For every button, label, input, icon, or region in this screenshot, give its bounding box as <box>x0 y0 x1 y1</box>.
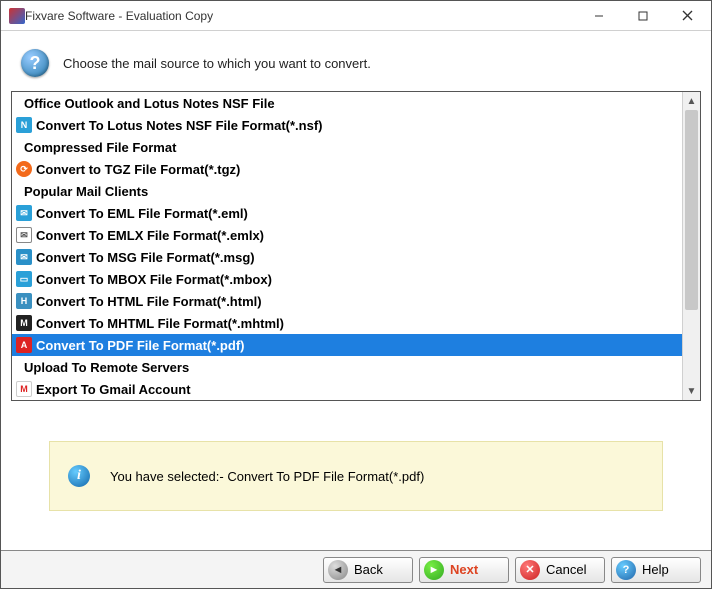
list-item[interactable]: HConvert To HTML File Format(*.html) <box>12 290 682 312</box>
list-item-label: Convert To MHTML File Format(*.mhtml) <box>34 316 284 331</box>
list-header: Upload To Remote Servers <box>12 356 682 378</box>
list-item[interactable]: ⟳Convert to TGZ File Format(*.tgz) <box>12 158 682 180</box>
next-label: Next <box>450 562 478 577</box>
cancel-label: Cancel <box>546 562 586 577</box>
window-title: Fixvare Software - Evaluation Copy <box>25 9 577 23</box>
next-button[interactable]: ► Next <box>419 557 509 583</box>
list-item-label: Compressed File Format <box>14 140 176 155</box>
list-item-label: Upload To Remote Servers <box>14 360 189 375</box>
scroll-thumb[interactable] <box>685 110 698 310</box>
list-item-label: Popular Mail Clients <box>14 184 148 199</box>
question-icon: ? <box>21 49 49 77</box>
status-text: You have selected:- Convert To PDF File … <box>110 469 424 484</box>
mhtml-icon: M <box>14 315 34 331</box>
list-item[interactable]: AConvert To PDF File Format(*.pdf) <box>12 334 682 356</box>
eml-icon: ✉ <box>14 205 34 221</box>
cancel-button[interactable]: ✕ Cancel <box>515 557 605 583</box>
list-header: Popular Mail Clients <box>12 180 682 202</box>
list-item-label: Convert To PDF File Format(*.pdf) <box>34 338 244 353</box>
help-label: Help <box>642 562 669 577</box>
nsf-icon: N <box>14 117 34 133</box>
scroll-up-icon[interactable]: ▲ <box>683 92 700 110</box>
status-box: i You have selected:- Convert To PDF Fil… <box>49 441 663 511</box>
emlx-icon: ✉ <box>14 227 34 243</box>
back-label: Back <box>354 562 383 577</box>
maximize-button[interactable] <box>621 2 665 30</box>
list-item[interactable]: ✉Convert To EMLX File Format(*.emlx) <box>12 224 682 246</box>
list-header: Compressed File Format <box>12 136 682 158</box>
next-arrow-icon: ► <box>424 560 444 580</box>
cancel-x-icon: ✕ <box>520 560 540 580</box>
list-item[interactable]: ✉Convert To EML File Format(*.eml) <box>12 202 682 224</box>
minimize-button[interactable] <box>577 2 621 30</box>
info-icon: i <box>68 465 90 487</box>
list-item[interactable]: ✉Convert To MSG File Format(*.msg) <box>12 246 682 268</box>
button-bar: ◄ Back ► Next ✕ Cancel ? Help <box>1 550 711 588</box>
close-button[interactable] <box>665 2 709 30</box>
list-item-label: Convert To MBOX File Format(*.mbox) <box>34 272 272 287</box>
list-item-label: Convert To EML File Format(*.eml) <box>34 206 248 221</box>
list-item-label: Export To Gmail Account <box>34 382 191 397</box>
list-item-label: Convert To MSG File Format(*.msg) <box>34 250 255 265</box>
list-item-label: Convert to TGZ File Format(*.tgz) <box>34 162 240 177</box>
tgz-icon: ⟳ <box>14 161 34 177</box>
list-item[interactable]: ▭Convert To MBOX File Format(*.mbox) <box>12 268 682 290</box>
back-button[interactable]: ◄ Back <box>323 557 413 583</box>
instruction-row: ? Choose the mail source to which you wa… <box>1 31 711 91</box>
gmail-icon: M <box>14 381 34 397</box>
html-icon: H <box>14 293 34 309</box>
list-item-label: Convert To EMLX File Format(*.emlx) <box>34 228 264 243</box>
list-header: Office Outlook and Lotus Notes NSF File <box>12 92 682 114</box>
list-item[interactable]: MExport To Gmail Account <box>12 378 682 400</box>
list-item[interactable]: MConvert To MHTML File Format(*.mhtml) <box>12 312 682 334</box>
list-item-label: Convert To HTML File Format(*.html) <box>34 294 262 309</box>
msg-icon: ✉ <box>14 249 34 265</box>
list-item[interactable]: NConvert To Lotus Notes NSF File Format(… <box>12 114 682 136</box>
mbox-icon: ▭ <box>14 271 34 287</box>
scrollbar[interactable]: ▲ ▼ <box>682 92 700 400</box>
help-q-icon: ? <box>616 560 636 580</box>
pdf-icon: A <box>14 337 34 353</box>
list-item-label: Office Outlook and Lotus Notes NSF File <box>14 96 275 111</box>
back-arrow-icon: ◄ <box>328 560 348 580</box>
list-item-label: Convert To Lotus Notes NSF File Format(*… <box>34 118 323 133</box>
scroll-down-icon[interactable]: ▼ <box>683 382 700 400</box>
titlebar[interactable]: Fixvare Software - Evaluation Copy <box>1 1 711 31</box>
format-list: Office Outlook and Lotus Notes NSF File N… <box>11 91 701 401</box>
app-icon <box>9 8 25 24</box>
help-button[interactable]: ? Help <box>611 557 701 583</box>
instruction-text: Choose the mail source to which you want… <box>63 56 371 71</box>
app-window: Fixvare Software - Evaluation Copy ? Cho… <box>0 0 712 589</box>
